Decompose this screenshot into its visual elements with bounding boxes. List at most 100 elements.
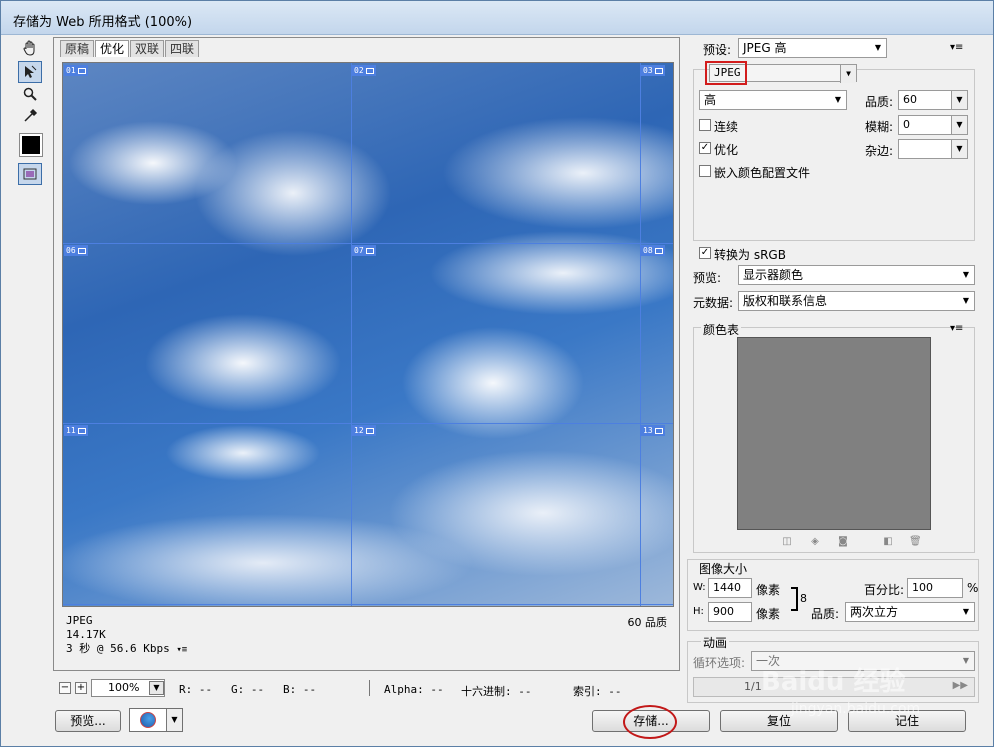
metadata-select[interactable]: 版权和联系信息 ▼	[738, 291, 975, 311]
view-tabs: 原稿 优化 双联 四联	[60, 40, 200, 57]
slice-divider	[640, 63, 641, 606]
slice-label[interactable]: 08	[641, 245, 665, 256]
percent-field[interactable]: 100	[907, 578, 963, 598]
height-unit: 像素	[756, 607, 781, 621]
slice-label[interactable]: 03	[641, 65, 665, 76]
link-icon[interactable]: 8	[800, 592, 807, 605]
slice-select-tool-icon[interactable]	[18, 61, 42, 83]
height-field[interactable]: 900	[708, 602, 752, 622]
width-label: W:	[693, 582, 706, 593]
map-transparent-icon[interactable]: ◫	[781, 536, 793, 548]
matte-label: 杂边:	[865, 144, 894, 158]
divider	[369, 680, 370, 696]
slice-label[interactable]: 06	[64, 245, 88, 256]
window-title: 存储为 Web 所用格式 (100%)	[13, 15, 193, 30]
browser-icon	[140, 712, 156, 728]
chevron-down-icon: ▼	[834, 95, 842, 104]
slice-label[interactable]: 12	[352, 425, 376, 436]
slice-label[interactable]: 11	[64, 425, 88, 436]
speed-menu-icon[interactable]: ▾≡	[176, 645, 187, 655]
tab-original[interactable]: 原稿	[60, 40, 95, 57]
eyedropper-tool-icon[interactable]	[18, 105, 42, 127]
browser-select[interactable]: ▼	[129, 708, 183, 732]
preview-mode-select[interactable]: 显示器颜色 ▼	[738, 265, 975, 285]
slice-divider	[351, 63, 352, 606]
tab-2-up[interactable]: 双联	[130, 40, 165, 57]
toolbox	[13, 37, 47, 193]
quality-field[interactable]: 60 ▼	[898, 90, 968, 110]
optimized-checkbox[interactable]: ✓	[699, 142, 711, 154]
preview-panel: 原稿 优化 双联 四联 01 02 03 06 07 08 11 12 13 J…	[53, 37, 680, 671]
blue-value: B: --	[283, 683, 317, 696]
chevron-down-icon: ▼	[962, 270, 970, 279]
red-value: R: --	[179, 683, 213, 696]
convert-srgb-checkbox[interactable]: ✓	[699, 247, 711, 259]
toggle-slice-visibility-icon[interactable]	[18, 163, 42, 185]
tab-4-up[interactable]: 四联	[165, 40, 200, 57]
file-size-text: 14.17K	[66, 628, 106, 641]
chevron-down-icon: ▼	[840, 65, 856, 83]
new-color-icon[interactable]: ◧	[882, 536, 894, 548]
preview-mode-label: 预览:	[693, 271, 722, 285]
chevron-down-icon: ▼	[962, 656, 970, 665]
embed-profile-checkbox[interactable]	[699, 165, 711, 177]
status-bar: − + 100% ▼ R: -- G: -- B: -- Alpha: -- 十…	[53, 677, 680, 699]
trash-icon[interactable]: 🗑	[909, 536, 922, 548]
quality-info: 60 品质	[627, 616, 668, 629]
color-table-grid	[737, 337, 931, 530]
green-value: G: --	[231, 683, 265, 696]
watermark-logo: Baidu 经验	[761, 667, 906, 697]
chevron-down-icon: ▼	[874, 43, 882, 52]
color-table-title: 颜色表	[701, 321, 742, 338]
slice-label[interactable]: 02	[352, 65, 376, 76]
tab-optimized[interactable]: 优化	[95, 40, 130, 57]
quality-label: 品质:	[865, 95, 894, 109]
zoom-tool-icon[interactable]	[18, 83, 42, 105]
chevron-down-icon: ▼	[951, 140, 967, 158]
optimize-menu-icon[interactable]: ▾≡	[950, 42, 963, 53]
image-preview-canvas[interactable]: 01 02 03 06 07 08 11 12 13	[62, 62, 674, 607]
web-shift-icon[interactable]: ◈	[809, 536, 821, 548]
resample-label: 品质:	[811, 607, 840, 621]
hand-tool-icon[interactable]	[18, 37, 42, 59]
compression-quality-select[interactable]: 高 ▼	[699, 90, 847, 110]
blur-label: 模糊:	[865, 120, 894, 134]
frame-counter: 1/1	[744, 680, 762, 693]
resample-select[interactable]: 两次立方 ▼	[845, 602, 975, 622]
slice-label[interactable]: 13	[641, 425, 665, 436]
slice-divider	[63, 423, 673, 424]
chevron-down-icon: ▼	[951, 116, 967, 134]
highlight-circle	[623, 705, 677, 739]
animation-title: 动画	[701, 634, 730, 651]
optimized-label: 优化	[714, 143, 739, 157]
width-unit: 像素	[756, 583, 781, 597]
image-size-title: 图像大小	[699, 562, 748, 576]
lock-color-icon[interactable]: ◙	[837, 536, 849, 548]
highlight-box	[705, 61, 747, 85]
color-table-menu-icon[interactable]: ▾≡	[950, 323, 963, 334]
eyedropper-color-swatch[interactable]	[19, 133, 43, 157]
progressive-checkbox[interactable]	[699, 119, 711, 131]
metadata-label: 元数据:	[693, 296, 734, 310]
link-bracket	[791, 587, 798, 611]
slice-divider	[63, 243, 673, 244]
preview-button[interactable]: 预览...	[55, 710, 121, 732]
progressive-label: 连续	[714, 120, 739, 134]
alpha-value: Alpha: --	[384, 683, 444, 696]
percent-label: 百分比:	[864, 583, 905, 597]
zoom-in-button[interactable]: +	[75, 682, 87, 694]
matte-select[interactable]: ▼	[898, 139, 968, 159]
blur-field[interactable]: 0 ▼	[898, 115, 968, 135]
height-label: H:	[693, 606, 704, 617]
zoom-out-button[interactable]: −	[59, 682, 71, 694]
preset-select[interactable]: JPEG 高 ▼	[738, 38, 887, 58]
width-field[interactable]: 1440	[708, 578, 752, 598]
slice-label[interactable]: 01	[64, 65, 88, 76]
index-value: 索引: --	[573, 685, 622, 698]
chevron-down-icon: ▼	[951, 91, 967, 109]
loop-label: 循环选项:	[693, 656, 746, 670]
zoom-dropdown-arrow-icon[interactable]: ▼	[149, 681, 164, 695]
slice-label[interactable]: 07	[352, 245, 376, 256]
last-frame-icon[interactable]: ▶▶	[953, 680, 968, 691]
chevron-down-icon: ▼	[962, 296, 970, 305]
